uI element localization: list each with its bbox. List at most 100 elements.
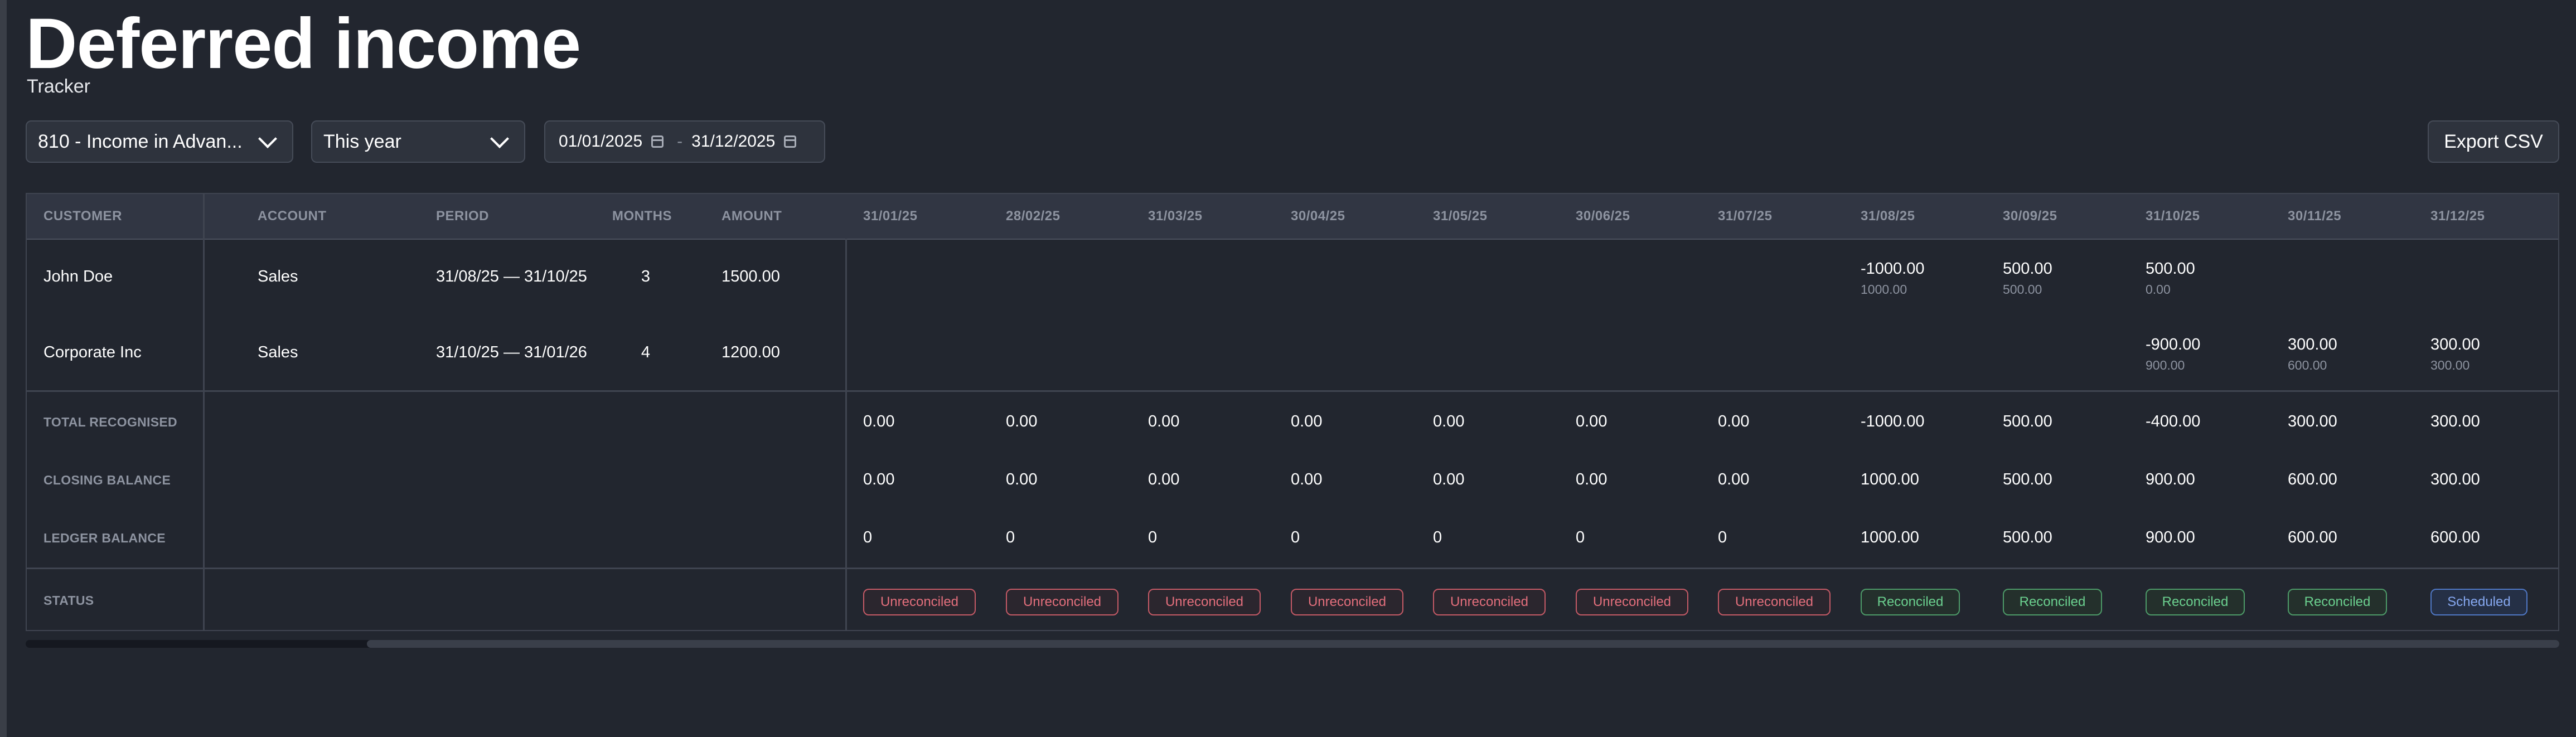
period-cell: 31/10/25 — 31/01/26: [436, 343, 587, 361]
row-divider: [27, 568, 2558, 569]
summary-value: 0: [1148, 528, 1158, 546]
total-recognised-label: TOTAL RECOGNISED: [43, 415, 177, 429]
col-header-month: 30/04/25: [1291, 209, 1345, 224]
summary-value: -400.00: [2146, 413, 2201, 430]
summary-value: 0.00: [1576, 471, 1607, 488]
calendar-icon[interactable]: [651, 135, 664, 148]
summary-value: 0.00: [1576, 413, 1607, 430]
summary-value: 0: [1291, 528, 1300, 546]
schedule-value: 300.00: [2288, 336, 2337, 353]
col-header-month: 31/05/25: [1433, 209, 1488, 224]
schedule-balance: 600.00: [2288, 358, 2327, 372]
col-header-month: 31/03/25: [1148, 209, 1203, 224]
chevron-down-icon: [258, 129, 277, 148]
col-header-month: 28/02/25: [1006, 209, 1061, 224]
status-badge: Unreconciled: [1576, 589, 1688, 615]
period-select[interactable]: This year: [311, 120, 525, 163]
summary-value: 0.00: [1148, 471, 1180, 488]
summary-value: 900.00: [2146, 471, 2195, 488]
amount-cell: 1500.00: [722, 268, 780, 285]
col-header-month: 31/10/25: [2146, 209, 2200, 224]
account-cell: Sales: [258, 343, 298, 361]
summary-value: 600.00: [2430, 528, 2480, 546]
summary-value: 0: [1433, 528, 1442, 546]
status-badge: Unreconciled: [1291, 589, 1403, 615]
column-divider: [845, 239, 847, 630]
calendar-icon[interactable]: [784, 135, 797, 148]
summary-value: 0.00: [863, 471, 895, 488]
period-cell: 31/08/25 — 31/10/25: [436, 268, 587, 285]
export-csv-button[interactable]: Export CSV: [2428, 120, 2559, 163]
summary-value: 0.00: [1433, 471, 1465, 488]
summary-value: 0.00: [1291, 413, 1323, 430]
schedule-value: -1000.00: [1861, 260, 1925, 278]
summary-value: -1000.00: [1861, 413, 1925, 430]
col-header-months: MONTHS: [612, 209, 672, 224]
status-badge: Unreconciled: [1718, 589, 1831, 615]
summary-value: 0.00: [1718, 413, 1750, 430]
summary-value: 0: [1576, 528, 1585, 546]
col-header-customer: CUSTOMER: [43, 209, 122, 224]
summary-value: 0.00: [1433, 413, 1465, 430]
summary-value: 1000.00: [1861, 471, 1919, 488]
months-cell: 4: [641, 343, 651, 361]
summary-value: 0.00: [1291, 471, 1323, 488]
window-left-edge: [0, 0, 7, 737]
summary-value: 0: [1718, 528, 1727, 546]
schedule-balance: 500.00: [2003, 282, 2042, 297]
summary-value: 500.00: [2003, 471, 2052, 488]
summary-value: 0: [863, 528, 873, 546]
status-badge: Unreconciled: [1148, 589, 1261, 615]
status-badge: Unreconciled: [1433, 589, 1546, 615]
schedule-value: 300.00: [2430, 336, 2480, 353]
account-select-value: 810 - Income in Advan...: [38, 130, 243, 152]
scrollbar-thumb[interactable]: [367, 640, 2559, 648]
row-divider: [27, 390, 2558, 392]
customer-cell: Corporate Inc: [43, 343, 142, 361]
col-header-month: 31/07/25: [1718, 209, 1773, 224]
summary-value: 300.00: [2430, 413, 2480, 430]
col-header-account: ACCOUNT: [258, 209, 327, 224]
date-separator: -: [677, 132, 683, 151]
closing-balance-label: CLOSING BALANCE: [43, 473, 171, 487]
date-from-field[interactable]: 01/01/2025: [559, 132, 642, 151]
status-badge: Reconciled: [2146, 589, 2245, 615]
account-select[interactable]: 810 - Income in Advan...: [26, 120, 293, 163]
summary-value: 600.00: [2288, 528, 2337, 546]
col-header-month: 31/01/25: [863, 209, 918, 224]
status-badge: Reconciled: [1861, 589, 1960, 615]
summary-value: 500.00: [2003, 413, 2052, 430]
summary-value: 600.00: [2288, 471, 2337, 488]
schedule-value: -900.00: [2146, 336, 2201, 353]
page-title: Deferred income: [26, 4, 581, 84]
col-header-amount: AMOUNT: [722, 209, 782, 224]
col-header-period: PERIOD: [436, 209, 490, 224]
chevron-down-icon: [490, 129, 509, 148]
status-badge: Reconciled: [2003, 589, 2102, 615]
date-range-picker[interactable]: 01/01/2025 - 31/12/2025: [544, 120, 825, 163]
period-select-value: This year: [323, 130, 401, 152]
status-badge: Unreconciled: [1006, 589, 1118, 615]
col-header-month: 30/09/25: [2003, 209, 2057, 224]
summary-value: 0.00: [1006, 471, 1038, 488]
deferred-income-table: CUSTOMER ACCOUNT PERIOD MONTHS AMOUNT Jo…: [26, 193, 2559, 631]
summary-value: 300.00: [2430, 471, 2480, 488]
schedule-balance: 900.00: [2146, 358, 2185, 372]
summary-value: 900.00: [2146, 528, 2195, 546]
summary-value: 0.00: [1148, 413, 1180, 430]
summary-value: 0: [1006, 528, 1015, 546]
status-badge: Scheduled: [2430, 589, 2527, 615]
status-label: STATUS: [43, 593, 94, 608]
schedule-balance: 1000.00: [1861, 282, 1907, 297]
date-to-field[interactable]: 31/12/2025: [691, 132, 775, 151]
col-header-month: 31/12/25: [2430, 209, 2485, 224]
schedule-value: 500.00: [2146, 260, 2195, 278]
status-badge: Unreconciled: [863, 589, 976, 615]
col-header-month: 30/11/25: [2288, 209, 2342, 224]
summary-value: 0.00: [1006, 413, 1038, 430]
schedule-balance: 300.00: [2430, 358, 2470, 372]
horizontal-scrollbar[interactable]: [26, 640, 2559, 648]
customer-cell: John Doe: [43, 268, 113, 285]
summary-value: 0.00: [863, 413, 895, 430]
summary-value: 300.00: [2288, 413, 2337, 430]
